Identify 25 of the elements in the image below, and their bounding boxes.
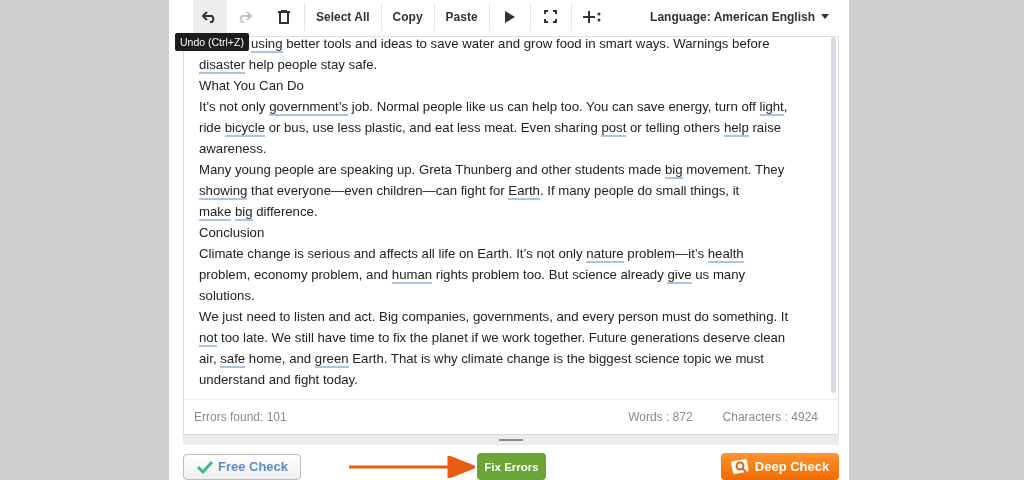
tooltip: Undo (Ctrl+Z) [175,33,249,51]
trash-icon [278,9,290,24]
paragraph: It’s not only government’s job. Normal people like us can help too. You can save energy, turn off light, ride bicycle or bus, use less plastic, and eat less meat. Even sharing post or telling others help raise awareness. [199,98,789,158]
paragraph: Climate change is serious and affects all life on Earth. It’s not only nature problem—it’s health problem, economy problem, and human rights problem too. But science already give us many solutions. [199,245,747,305]
arrow-icon [349,455,475,478]
paragraph: We just need to listen and act. Big companies, governments, and every person must do something. It not too late. We still have time to fix the planet if we work together. Future generations deserve clean air, safe home, and green Earth. That is why climate change is the biggest science topic we must understand and fight today. [199,308,789,389]
error-count: Errors found: 101 [194,410,287,424]
caret-icon [821,14,829,19]
language-dropdown[interactable]: Language: American English [644,8,835,25]
magnifier-icon [730,457,751,476]
paragraph: Many young people are speaking up. Greta Thunberg and other students made big movement. They showing that everyone—even children—can fight for Earth. If many people do small things, it make big difference. [199,161,786,222]
character-count: Characters : 4924 [722,410,818,424]
resize-handle[interactable] [183,435,839,445]
scrollbar[interactable] [831,37,836,393]
paragraph: What You Can Do [199,77,305,95]
paragraph: Conclusion [199,224,266,242]
word-count: Words : 872 [628,410,693,424]
fullscreen-icon [544,10,558,23]
play-icon [504,10,515,23]
toolbar-button[interactable]: Paste [437,0,486,33]
plus-icon [582,9,601,24]
toolbar-button[interactable]: Copy [384,0,431,33]
checkmark-icon [195,459,214,474]
toolbar-button[interactable]: Select All [308,0,378,33]
undo-button[interactable] [193,0,227,33]
